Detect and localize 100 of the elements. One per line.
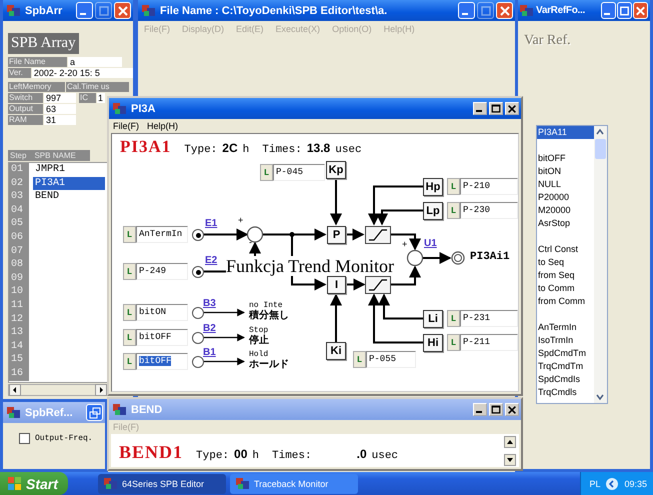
minimize-button[interactable] — [473, 403, 487, 416]
input-field[interactable]: P-210 — [460, 178, 518, 195]
list-item[interactable]: PI3A1 — [33, 176, 105, 190]
input-field[interactable]: bitOFF — [136, 353, 188, 370]
list-item[interactable]: TrqCmdTm — [537, 360, 594, 373]
radio-button[interactable] — [192, 229, 204, 241]
list-item[interactable]: from Comm — [537, 295, 594, 308]
block-name: BEND1 — [119, 442, 184, 462]
connector-line — [330, 179, 342, 226]
link-button[interactable]: L — [447, 310, 460, 327]
radio-button[interactable] — [192, 266, 204, 278]
list-item[interactable]: BEND — [33, 190, 105, 204]
maximize-button[interactable] — [489, 403, 503, 416]
checkbox[interactable] — [19, 433, 30, 444]
times-unit: usec — [372, 450, 398, 462]
input-field[interactable]: P-055 — [366, 351, 416, 368]
step-number: 08 — [9, 258, 29, 272]
list-item[interactable]: JMPR1 — [33, 163, 105, 177]
list-item[interactable]: bitOFF — [537, 152, 594, 165]
link-button[interactable]: L — [123, 304, 136, 321]
list-item[interactable]: to Seq — [537, 256, 594, 269]
variable-list[interactable]: PI3A11 bitOFF bitON NULL P20000 M20000 AsrStop Ctrl Const to Seq from Seq to Comm from Comm AnTermIn IsoTrmIn SpdCmdTm TrqCmdTm SpdCmdIs TrqCmdls — [536, 125, 608, 404]
input-field[interactable]: bitOFF — [136, 329, 188, 346]
list-item[interactable]: to Comm — [537, 282, 594, 295]
connector-line — [390, 234, 421, 250]
list-item[interactable]: Ctrl Const — [537, 243, 594, 256]
radio-button[interactable] — [192, 356, 204, 368]
list-item[interactable]: AsrStop — [537, 217, 594, 230]
menu-item[interactable]: File(F) — [113, 121, 139, 131]
link-button[interactable]: L — [447, 202, 460, 219]
parameter-block[interactable]: Ki — [326, 342, 346, 360]
list-item[interactable]: bitON — [537, 165, 594, 178]
start-button[interactable]: Start — [0, 472, 68, 495]
field-value: a — [68, 57, 122, 67]
link-button[interactable]: L — [123, 263, 136, 280]
restore-button[interactable] — [86, 404, 103, 421]
link-button[interactable]: L — [123, 353, 136, 370]
radio-button[interactable] — [192, 332, 204, 344]
close-button[interactable] — [505, 403, 519, 416]
taskbar-button[interactable]: 64Series SPB Editor — [98, 474, 226, 494]
input-field[interactable]: P-231 — [460, 310, 518, 327]
link-button[interactable]: L — [123, 226, 136, 243]
list-item[interactable]: from Seq — [537, 269, 594, 282]
input-field[interactable]: AnTermIn — [136, 226, 188, 243]
input-field[interactable]: P-045 — [273, 164, 325, 181]
radio-button[interactable] — [192, 307, 204, 319]
list-item[interactable]: P20000 — [537, 191, 594, 204]
close-icon — [507, 404, 517, 414]
link-button[interactable]: L — [447, 178, 460, 195]
list-item[interactable]: PI3A11 — [537, 126, 594, 139]
field-label: RAM — [8, 115, 43, 125]
scroll-thumb[interactable] — [595, 139, 606, 159]
menu-item[interactable]: Help(H) — [147, 121, 178, 131]
limiter-block — [365, 226, 391, 244]
step-number: 04 — [9, 204, 29, 218]
type-value: 2C — [222, 141, 238, 155]
app-icon — [113, 102, 127, 116]
times-unit: usec — [335, 144, 362, 156]
app-icon — [104, 476, 118, 490]
list-item[interactable]: AnTermIn — [537, 321, 594, 334]
input-field[interactable]: P-230 — [460, 202, 518, 219]
parameter-block[interactable]: Kp — [326, 161, 346, 179]
parameter-block[interactable]: Li — [423, 310, 443, 328]
link-button[interactable]: L — [123, 329, 136, 346]
minimize-button[interactable] — [473, 102, 487, 115]
parameter-block[interactable]: Lp — [423, 202, 443, 220]
field-value: 2002- 2-20 15: 5 — [32, 68, 133, 78]
list-item[interactable]: TrqCmdls — [537, 386, 594, 399]
list-item[interactable]: SpdCmdIs — [537, 373, 594, 386]
function-block[interactable]: I — [327, 276, 346, 294]
input-field[interactable]: bitON — [136, 304, 188, 321]
signal-label: B3 — [203, 298, 216, 309]
column-header: Step — [10, 150, 26, 161]
list-item[interactable]: SpdCmdTm — [537, 347, 594, 360]
step-number: 14 — [9, 340, 29, 354]
type-unit: h — [242, 144, 250, 156]
minimize-icon — [476, 110, 482, 112]
close-button[interactable] — [505, 102, 519, 115]
app-icon — [7, 4, 21, 18]
vertical-scrollbar[interactable] — [504, 436, 516, 466]
vertical-scrollbar[interactable] — [594, 126, 607, 403]
taskbar-button[interactable]: Traceback Monitor — [230, 474, 358, 494]
horizontal-scrollbar[interactable] — [8, 384, 108, 396]
step-list[interactable]: 01 JMPR1 02 PI3A1 03 BEND 04 05 06 07 08 09 10 11 12 13 14 15 16 — [8, 162, 110, 383]
input-field[interactable]: P-249 — [136, 263, 188, 280]
list-item[interactable]: NULL — [537, 178, 594, 191]
column-header: SPB NAME — [34, 150, 76, 161]
function-block[interactable]: P — [327, 226, 346, 244]
sign-label: - — [249, 238, 252, 247]
link-button[interactable]: L — [260, 164, 273, 181]
parameter-block[interactable]: Hp — [423, 178, 443, 196]
link-button[interactable]: L — [353, 351, 366, 368]
maximize-icon — [478, 4, 492, 18]
list-item[interactable]: IsoTrmIn — [537, 334, 594, 347]
parameter-block[interactable]: Hi — [423, 334, 443, 352]
maximize-button[interactable] — [489, 102, 503, 115]
field-value: 31 — [44, 115, 76, 125]
input-field[interactable]: P-211 — [460, 334, 518, 351]
list-item[interactable]: M20000 — [537, 204, 594, 217]
link-button[interactable]: L — [447, 334, 460, 351]
